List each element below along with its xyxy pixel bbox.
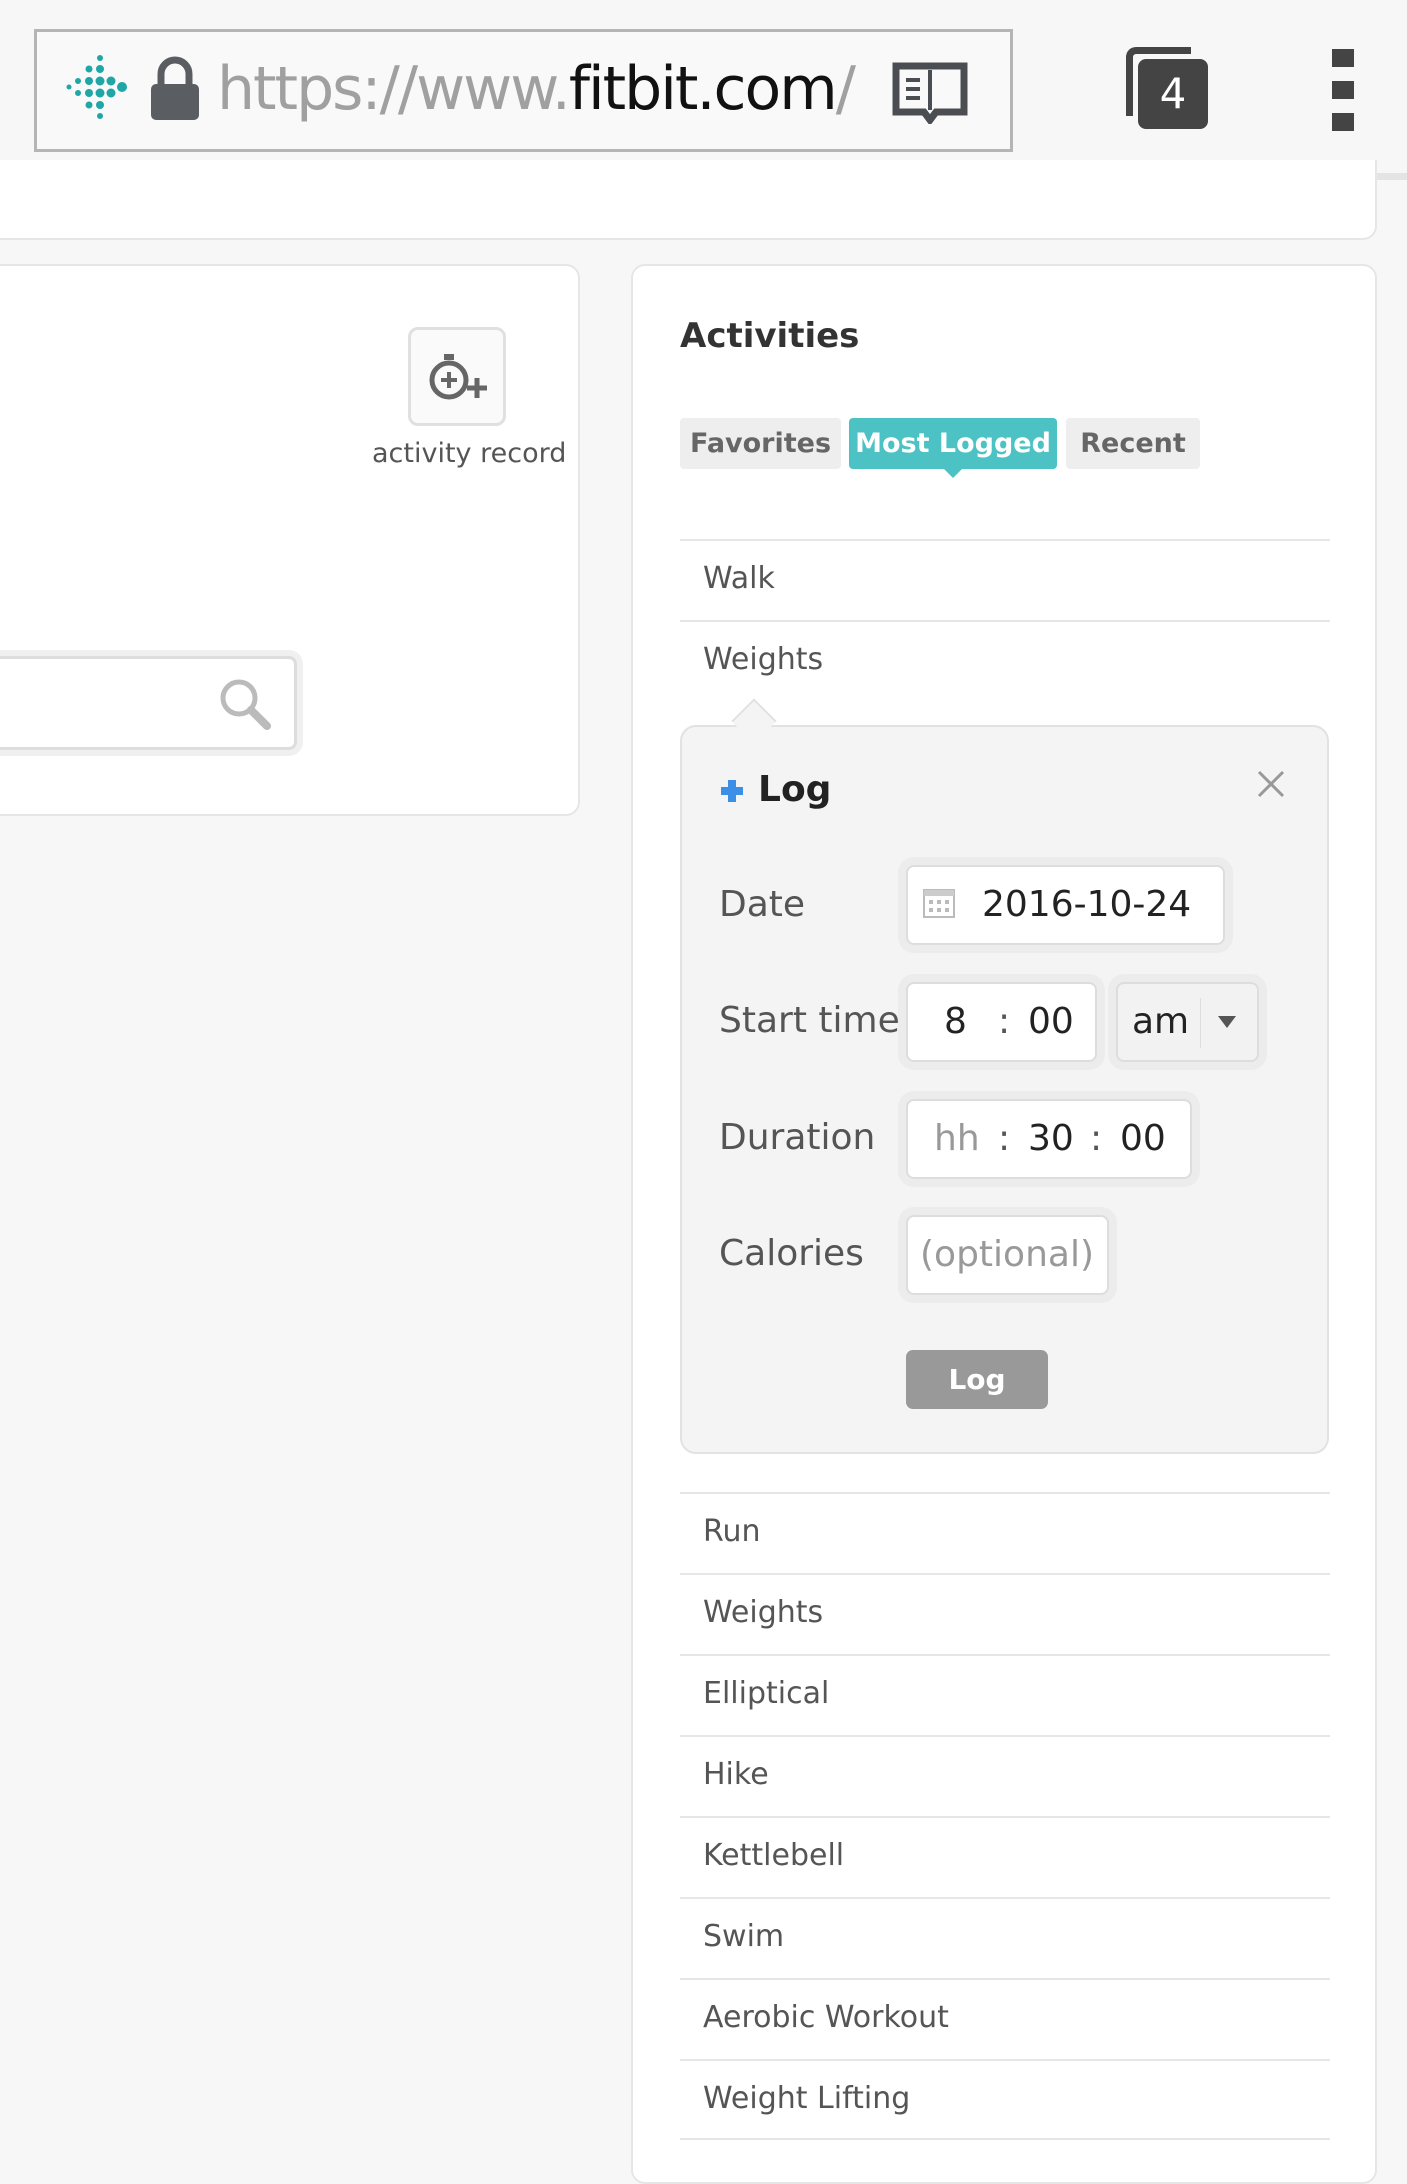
- activity-record-button[interactable]: [408, 327, 506, 426]
- reader-mode-icon[interactable]: [892, 62, 968, 124]
- date-value: 2016-10-24: [982, 884, 1192, 925]
- activity-item-walk[interactable]: Walk: [680, 539, 1330, 620]
- log-title: Log: [758, 769, 832, 810]
- log-submit-button[interactable]: Log: [906, 1350, 1048, 1409]
- tab-count-badge: 4: [1138, 59, 1208, 129]
- calories-label: Calories: [719, 1233, 864, 1274]
- activity-item-kettlebell[interactable]: Kettlebell: [680, 1816, 1330, 1897]
- stopwatch-plus-icon: [429, 354, 487, 400]
- activity-item-aerobic-workout[interactable]: Aerobic Workout: [680, 1978, 1330, 2059]
- address-bar[interactable]: https://www.fitbit.com/: [34, 29, 1013, 152]
- activity-search-input[interactable]: [0, 656, 297, 750]
- url-text: https://www.fitbit.com/: [217, 54, 856, 124]
- log-popover: Log Date 2016-10-24 Start time 8 : 00 am…: [680, 698, 1329, 1454]
- activity-item-elliptical[interactable]: Elliptical: [680, 1654, 1330, 1735]
- fitbit-logo-icon: [66, 55, 127, 119]
- close-icon[interactable]: [1257, 770, 1285, 798]
- activity-item-hike[interactable]: Hike: [680, 1735, 1330, 1816]
- date-input[interactable]: 2016-10-24: [906, 865, 1225, 945]
- activity-item-swim[interactable]: Swim: [680, 1897, 1330, 1978]
- activity-item-weight-lifting[interactable]: Weight Lifting: [680, 2059, 1330, 2140]
- overflow-menu-icon[interactable]: [1332, 49, 1354, 131]
- activity-item-run[interactable]: Run: [680, 1492, 1330, 1573]
- tabs-button[interactable]: 4: [1126, 47, 1210, 131]
- start-time-input[interactable]: 8 : 00: [906, 982, 1097, 1062]
- search-icon[interactable]: [218, 677, 272, 731]
- tab-favorites[interactable]: Favorites: [680, 418, 841, 469]
- duration-minutes[interactable]: 30: [1028, 1118, 1074, 1159]
- duration-hours[interactable]: hh: [934, 1118, 980, 1159]
- start-hour[interactable]: 8: [944, 1001, 967, 1042]
- calories-input[interactable]: (optional): [906, 1215, 1109, 1295]
- duration-seconds[interactable]: 00: [1120, 1118, 1166, 1159]
- start-time-label: Start time: [719, 1000, 900, 1041]
- activity-search-card: activity record: [0, 264, 580, 816]
- header-card: [0, 160, 1377, 240]
- chevron-down-icon: [1218, 1016, 1236, 1028]
- active-tab-pointer: [944, 469, 962, 478]
- activity-item-weights[interactable]: Weights: [680, 620, 1330, 701]
- start-minute[interactable]: 00: [1028, 1001, 1074, 1042]
- tab-most-logged[interactable]: Most Logged: [849, 418, 1057, 469]
- date-label: Date: [719, 884, 806, 925]
- duration-label: Duration: [719, 1117, 876, 1158]
- activity-item-weights[interactable]: Weights: [680, 1573, 1330, 1654]
- plus-icon: [721, 780, 743, 802]
- duration-input[interactable]: hh : 30 : 00: [906, 1099, 1192, 1179]
- tab-recent[interactable]: Recent: [1066, 418, 1200, 469]
- ampm-select[interactable]: am: [1116, 982, 1259, 1062]
- activity-record-label: activity record: [372, 438, 567, 469]
- lock-icon: [151, 56, 199, 120]
- browser-toolbar: https://www.fitbit.com/ 4: [0, 0, 1407, 180]
- activities-title: Activities: [680, 316, 860, 356]
- calendar-icon[interactable]: [922, 885, 956, 919]
